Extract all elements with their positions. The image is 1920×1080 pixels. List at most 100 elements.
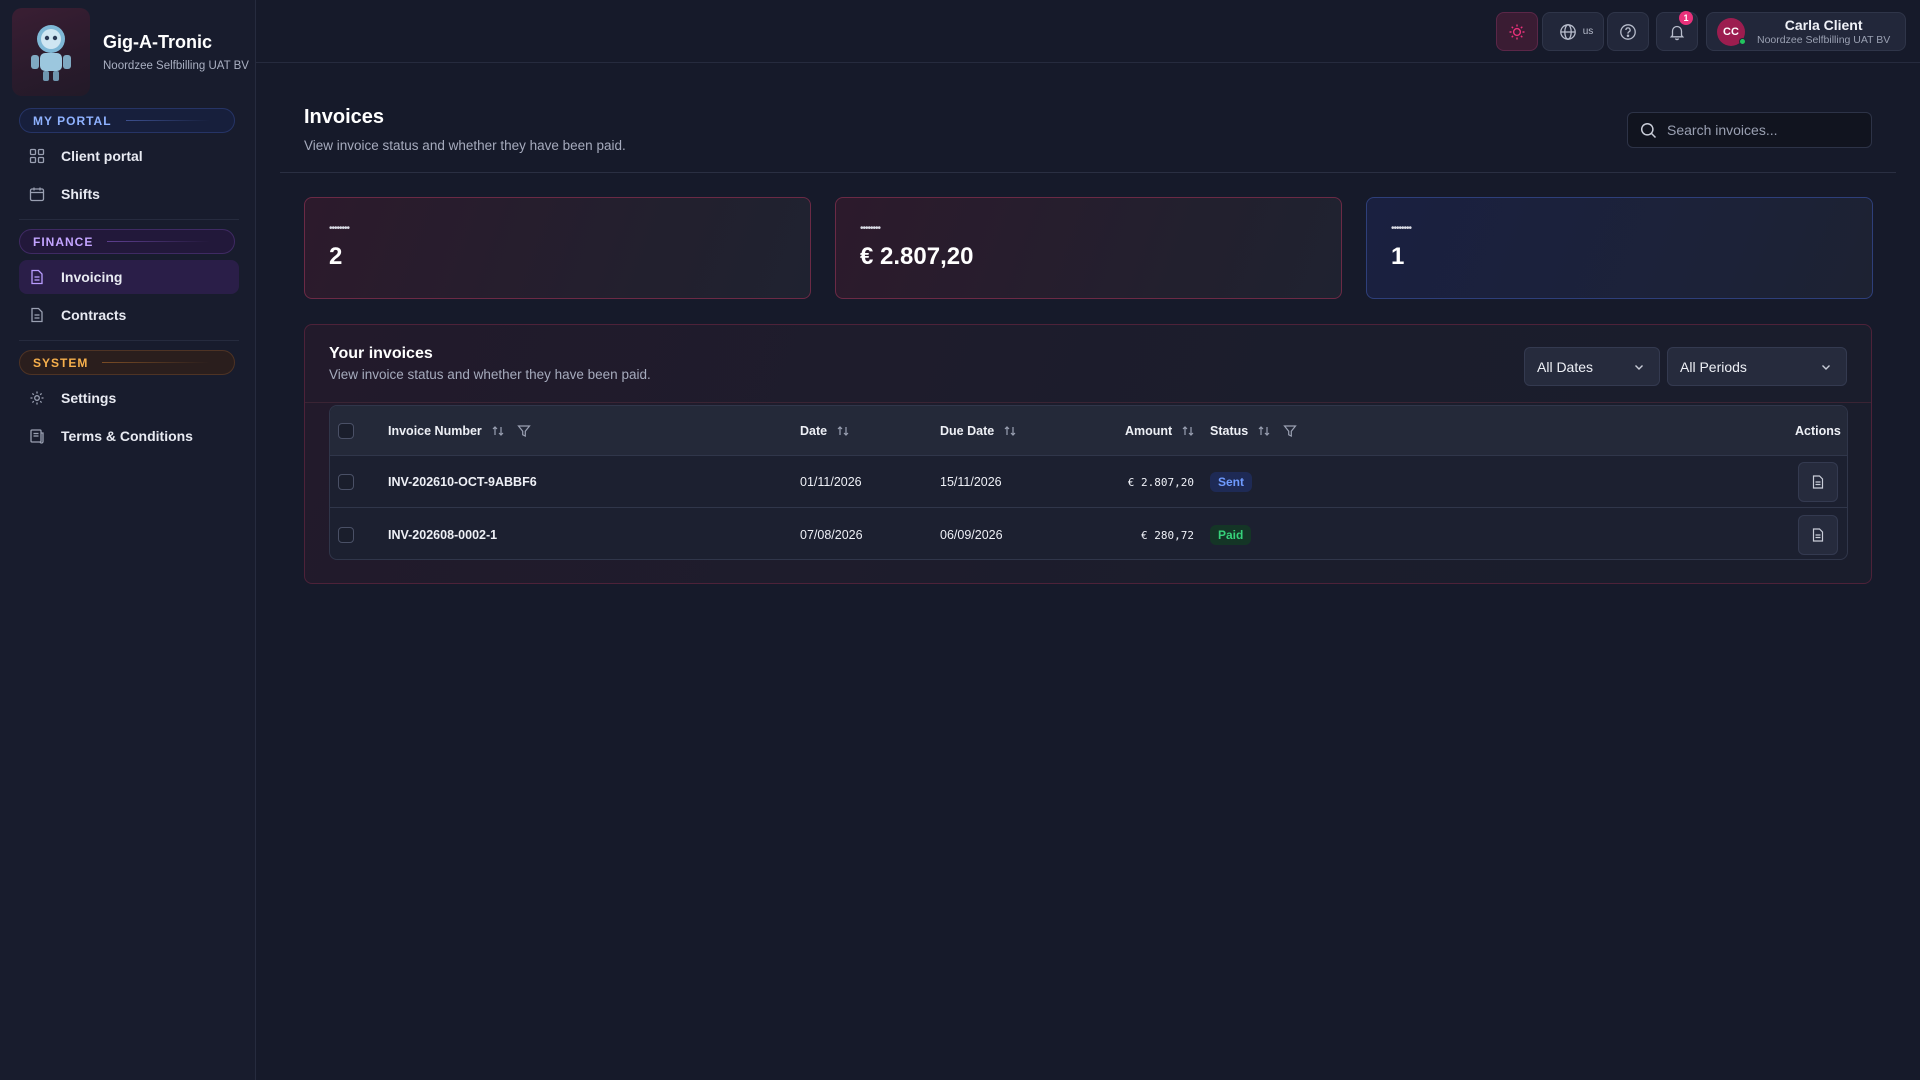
invoice-due-date: 06/09/2026 — [940, 528, 1003, 542]
help-icon — [1619, 23, 1637, 41]
document-icon — [1811, 475, 1825, 489]
topbar: us 1 CC Carla Client Noordzee Selfbillin… — [256, 0, 1920, 63]
invoice-amount: € 280,72 — [1141, 528, 1194, 542]
sidebar-item-shifts[interactable]: Shifts — [19, 177, 239, 211]
page-title: Invoices — [304, 106, 385, 128]
document-icon — [1811, 528, 1825, 542]
column-label: Date — [800, 424, 828, 438]
invoice-amount: € 2.807,20 — [1127, 475, 1194, 489]
row-checkbox[interactable] — [338, 474, 354, 490]
period-filter-select[interactable]: All Periods — [1667, 347, 1847, 386]
filter-icon[interactable] — [1283, 424, 1297, 438]
column-label: Invoice Number — [388, 424, 482, 438]
sun-icon — [1508, 23, 1526, 41]
column-label: Actions — [1795, 424, 1841, 438]
column-date: Date — [800, 406, 850, 456]
invoice-date: 01/11/2026 — [800, 475, 862, 489]
panel-subtitle: View invoice status and whether they hav… — [329, 367, 651, 382]
section-system: SYSTEM — [19, 350, 235, 375]
document-icon — [23, 301, 51, 329]
invoice-date: 07/08/2026 — [800, 528, 863, 542]
sort-icon[interactable] — [836, 424, 850, 438]
sidebar-item-settings[interactable]: Settings — [19, 381, 239, 415]
view-document-button[interactable] — [1798, 462, 1838, 502]
sidebar-item-label: Client portal — [61, 148, 143, 164]
section-finance: FINANCE — [19, 229, 235, 254]
calendar-icon — [23, 180, 51, 208]
chevron-down-icon — [1633, 361, 1645, 373]
stat-card-total-amount: •••••••• € 2.807,20 — [835, 197, 1342, 299]
theme-toggle-button[interactable] — [1496, 12, 1538, 51]
column-label: Amount — [1125, 424, 1173, 438]
column-amount: Amount — [1125, 406, 1195, 456]
column-label: Due Date — [940, 424, 995, 438]
online-status-dot — [1739, 37, 1746, 45]
language-button[interactable]: us — [1542, 12, 1604, 51]
sidebar-divider — [19, 340, 239, 341]
notifications-button[interactable]: 1 — [1656, 11, 1698, 51]
select-all-checkbox[interactable] — [338, 423, 354, 439]
view-document-button[interactable] — [1798, 515, 1838, 555]
sort-icon[interactable] — [1003, 424, 1017, 438]
brand-org: Noordzee Selfbilling UAT BV — [103, 59, 249, 72]
row-select-cell — [338, 509, 354, 559]
brand-name: Gig-A-Tronic — [103, 31, 212, 52]
period-filter-value: All Periods — [1680, 358, 1747, 375]
sidebar-item-contracts[interactable]: Contracts — [19, 298, 239, 332]
language-code: us — [1582, 26, 1594, 37]
page-subtitle: View invoice status and whether they hav… — [304, 138, 626, 153]
avatar-initials: CC — [1723, 25, 1739, 38]
status-cell: Paid — [1210, 509, 1252, 559]
gear-icon — [23, 384, 51, 412]
header-divider — [280, 172, 1896, 173]
brand[interactable]: Gig-A-Tronic Noordzee Selfbilling UAT BV — [12, 8, 256, 96]
stat-value: 1 — [1391, 243, 1405, 270]
sidebar-item-label: Settings — [61, 390, 117, 406]
sidebar-item-terms[interactable]: Terms & Conditions — [19, 419, 239, 453]
sidebar-item-invoicing[interactable]: Invoicing — [19, 260, 239, 294]
panel-divider — [305, 402, 1871, 403]
column-label: Status — [1210, 424, 1249, 438]
stat-label: •••••••• — [860, 223, 881, 234]
brand-logo — [12, 8, 90, 96]
invoice-due-date: 15/11/2026 — [940, 475, 1002, 489]
search-input[interactable] — [1667, 122, 1867, 138]
grid-icon — [23, 142, 51, 170]
invoices-panel: Your invoices View invoice status and wh… — [304, 324, 1872, 584]
sort-icon[interactable] — [491, 424, 505, 438]
date-filter-value: All Dates — [1537, 358, 1594, 375]
column-invoice-number: Invoice Number — [388, 406, 531, 456]
sidebar-item-label: Shifts — [61, 186, 100, 202]
user-menu-button[interactable]: CC Carla Client Noordzee Selfbilling UAT… — [1706, 12, 1906, 51]
scroll-icon — [23, 422, 51, 450]
search-box — [1627, 112, 1872, 148]
panel-title: Your invoices — [329, 345, 433, 362]
globe-icon — [1559, 23, 1577, 41]
status-badge: Paid — [1210, 525, 1252, 545]
sort-icon[interactable] — [1257, 424, 1271, 438]
stat-card-paid-count: •••••••• 1 — [1366, 197, 1873, 299]
filter-icon[interactable] — [517, 424, 531, 438]
sidebar-divider — [19, 219, 239, 220]
sidebar-item-label: Contracts — [61, 307, 127, 323]
help-button[interactable] — [1607, 12, 1649, 51]
table-row[interactable]: INV-202608-0002-1 07/08/2026 06/09/2026 … — [330, 509, 1847, 559]
table-row[interactable]: INV-202610-OCT-9ABBF6 01/11/2026 15/11/2… — [330, 456, 1847, 508]
bell-icon — [1668, 23, 1686, 41]
invoice-number[interactable]: INV-202608-0002-1 — [388, 509, 497, 559]
invoice-number[interactable]: INV-202610-OCT-9ABBF6 — [388, 456, 537, 508]
avatar: CC — [1717, 17, 1746, 46]
sort-icon[interactable] — [1181, 424, 1195, 438]
table-header: Invoice Number Date Due Date Amount Stat… — [330, 406, 1847, 456]
invoices-table: Invoice Number Date Due Date Amount Stat… — [329, 405, 1848, 560]
row-select-cell — [338, 456, 354, 508]
section-my-portal: MY PORTAL — [19, 108, 235, 133]
search-icon — [1640, 122, 1657, 139]
row-checkbox[interactable] — [338, 527, 354, 543]
stat-card-invoice-count: •••••••• 2 — [304, 197, 811, 299]
date-filter-select[interactable]: All Dates — [1524, 347, 1660, 386]
user-org: Noordzee Selfbilling UAT BV — [1757, 33, 1891, 46]
select-all-cell — [338, 406, 354, 456]
sidebar-item-client-portal[interactable]: Client portal — [19, 139, 239, 173]
chevron-down-icon — [1820, 361, 1832, 373]
